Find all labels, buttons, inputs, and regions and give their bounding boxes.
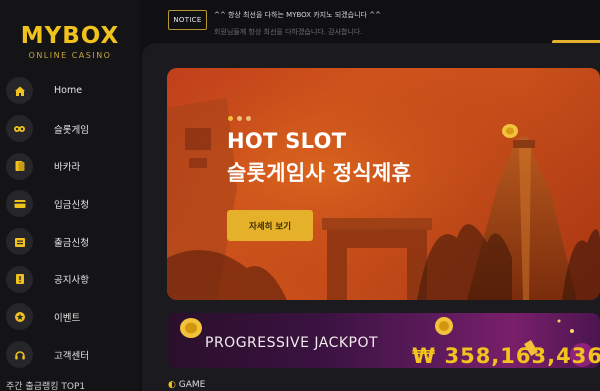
section-heading: ◐ GAME	[168, 380, 205, 390]
sidebar-item-label: 이벤트	[54, 312, 81, 324]
sidebar-item-deposit[interactable]: 입금신청	[0, 185, 140, 223]
home-icon	[6, 77, 33, 105]
ranking-heading: 주간 출금랭킹 TOP1	[6, 382, 86, 391]
cards-icon	[6, 152, 33, 180]
sidebar-item-event[interactable]: 이벤트	[0, 298, 140, 336]
wallet-icon	[6, 228, 33, 256]
card-icon	[6, 190, 33, 218]
pagination-dot-active[interactable]	[228, 116, 233, 121]
sidebar: MYBOX ONLINE CASINO Home 슬롯게임 바카라 입금신청 출…	[0, 0, 140, 391]
headset-icon	[6, 341, 33, 369]
view-details-button[interactable]: 자세히 보기	[227, 210, 313, 241]
pagination-dot[interactable]	[237, 116, 242, 121]
sidebar-item-baccarat[interactable]: 바카라	[0, 147, 140, 185]
sidebar-item-slot[interactable]: 슬롯게임	[0, 110, 140, 148]
sidebar-item-notice[interactable]: 공지사항	[0, 260, 140, 298]
logo[interactable]: MYBOX ONLINE CASINO	[14, 24, 126, 60]
notice-badge: NOTICE	[168, 10, 207, 30]
section-heading-label: GAME	[178, 380, 206, 390]
sidebar-item-home[interactable]: Home	[0, 72, 140, 110]
logo-subtitle: ONLINE CASINO	[28, 51, 112, 60]
banner-headline: HOT SLOT	[227, 129, 347, 153]
sidebar-item-support[interactable]: 고객센터	[0, 336, 140, 374]
star-icon	[6, 303, 33, 331]
hero-banner[interactable]: HOT SLOT 슬롯게임사 정식제휴 자세히 보기	[167, 68, 600, 300]
sidebar-item-label: 바카라	[54, 162, 81, 174]
slot-icon	[6, 115, 33, 143]
jackpot-amount: ₩ 358,163,436	[412, 344, 600, 368]
sidebar-item-label: 슬롯게임	[54, 124, 89, 136]
game-icon: ◐	[168, 380, 179, 390]
page: MYBOX ONLINE CASINO Home 슬롯게임 바카라 입금신청 출…	[0, 0, 600, 391]
pagination-dot[interactable]	[246, 116, 251, 121]
notice-ticker-line-faded: 회원님들께 항상 최선을 다하겠습니다. 감사합니다.	[214, 28, 363, 36]
sidebar-item-label: 고객센터	[54, 350, 89, 362]
notice-ticker-line[interactable]: ^^ 항상 최선을 다하는 MYBOX 카지노 되겠습니다 ^^	[214, 10, 381, 20]
logo-wordmark: MYBOX	[20, 23, 120, 49]
notice-icon	[6, 265, 33, 293]
banner-subheadline: 슬롯게임사 정식제휴	[227, 161, 412, 185]
jackpot-title: PROGRESSIVE JACKPOT	[205, 335, 379, 351]
sidebar-item-label: 입금신청	[54, 199, 89, 211]
sidebar-item-label: Home	[54, 85, 83, 97]
sidebar-nav: Home 슬롯게임 바카라 입금신청 출금신청 공지사항 이벤트 고객센터	[0, 72, 140, 374]
banner-pagination	[228, 116, 251, 121]
sidebar-item-withdraw[interactable]: 출금신청	[0, 223, 140, 261]
sidebar-item-label: 공지사항	[54, 275, 89, 287]
sidebar-item-label: 출금신청	[54, 237, 89, 249]
